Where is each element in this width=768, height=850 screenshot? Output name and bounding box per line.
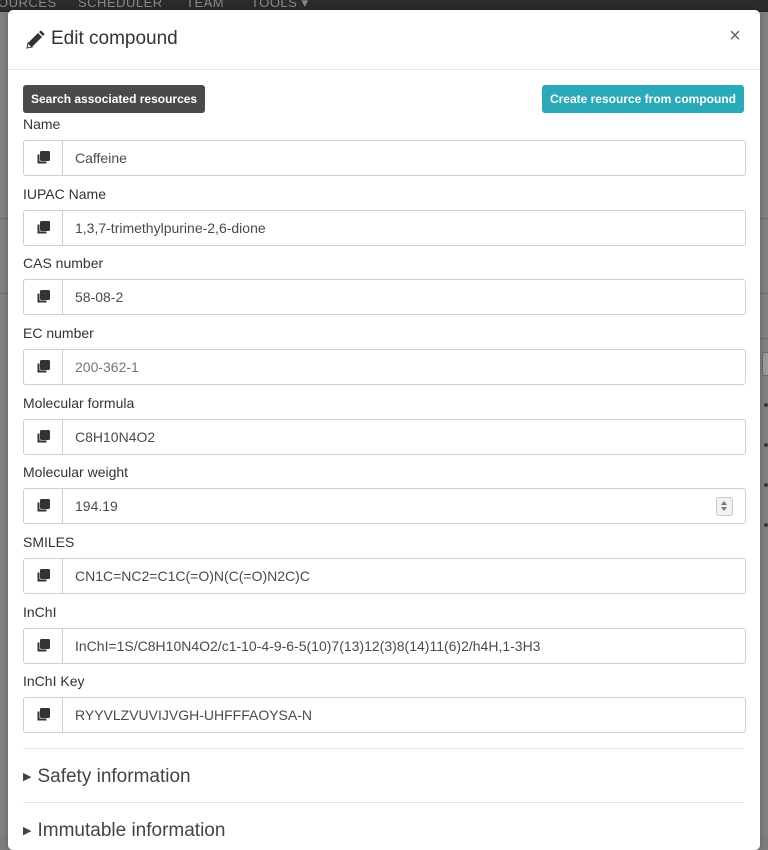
copy-ec-number-button[interactable] xyxy=(24,350,63,384)
copy-icon xyxy=(37,430,50,443)
immutable-information-label: Immutable information xyxy=(37,820,226,841)
modal-header: Edit compound × xyxy=(8,10,760,70)
inchi-key-label: InChI Key xyxy=(23,673,85,689)
ec-number-field-group xyxy=(23,349,746,385)
inchi-input[interactable] xyxy=(75,629,715,663)
copy-icon xyxy=(37,499,50,512)
copy-icon xyxy=(37,569,50,582)
molecular-formula-field-group xyxy=(23,419,746,455)
copy-inchi-key-button[interactable] xyxy=(24,698,63,732)
copy-cas-number-button[interactable] xyxy=(24,280,63,314)
bg-dot xyxy=(764,483,768,487)
close-button[interactable]: × xyxy=(724,25,746,47)
edit-compound-modal: Edit compound × Search associated resour… xyxy=(8,10,760,850)
molecular-weight-label: Molecular weight xyxy=(23,464,129,480)
copy-icon xyxy=(37,360,50,373)
copy-inchi-button[interactable] xyxy=(24,629,63,663)
cas-number-field-group xyxy=(23,279,746,315)
bg-divider xyxy=(760,218,768,219)
ec-number-label: EC number xyxy=(23,325,94,341)
bg-dot xyxy=(764,403,768,407)
cas-number-label: CAS number xyxy=(23,255,104,271)
modal-title: Edit compound xyxy=(51,28,178,49)
safety-information-label: Safety information xyxy=(37,766,191,787)
pencil-icon xyxy=(26,30,45,49)
smiles-input[interactable] xyxy=(75,559,715,593)
create-resource-button[interactable]: Create resource from compound xyxy=(541,85,744,113)
molecular-weight-input[interactable] xyxy=(75,489,715,523)
inchi-key-input[interactable] xyxy=(75,698,715,732)
molecular-formula-label: Molecular formula xyxy=(23,395,135,411)
copy-molecular-formula-button[interactable] xyxy=(24,420,63,454)
name-field-group xyxy=(23,140,746,176)
inchi-field-group xyxy=(23,628,746,664)
molecular-weight-field-group xyxy=(23,488,746,524)
copy-icon xyxy=(37,639,50,652)
bg-input-edge xyxy=(762,352,768,376)
bg-divider xyxy=(760,293,768,294)
copy-name-button[interactable] xyxy=(24,141,63,175)
copy-icon xyxy=(37,221,50,234)
name-input[interactable] xyxy=(75,141,715,175)
copy-icon xyxy=(37,151,50,164)
search-associated-resources-button[interactable]: Search associated resources xyxy=(23,85,206,113)
iupac-name-input[interactable] xyxy=(75,211,715,245)
inchi-key-field-group xyxy=(23,697,746,733)
iupac-name-label: IUPAC Name xyxy=(23,186,106,202)
bg-dot xyxy=(764,443,768,447)
cas-number-input[interactable] xyxy=(75,280,715,314)
nav-item-team[interactable]: TEAM xyxy=(186,0,224,10)
ec-number-input[interactable] xyxy=(75,350,715,384)
name-label: Name xyxy=(23,116,61,132)
copy-molecular-weight-button[interactable] xyxy=(24,489,63,523)
inchi-label: InChI xyxy=(23,604,57,620)
immutable-information-toggle[interactable]: ▶ Immutable information xyxy=(23,820,225,842)
section-divider xyxy=(23,802,744,803)
copy-icon xyxy=(37,708,50,721)
smiles-label: SMILES xyxy=(23,534,75,550)
copy-smiles-button[interactable] xyxy=(24,559,63,593)
number-stepper[interactable] xyxy=(716,497,733,516)
iupac-name-field-group xyxy=(23,210,746,246)
copy-icon xyxy=(37,290,50,303)
copy-iupac-name-button[interactable] xyxy=(24,211,63,245)
bg-divider xyxy=(760,338,768,339)
bg-divider xyxy=(0,293,8,294)
molecular-formula-input[interactable] xyxy=(75,420,715,454)
safety-information-toggle[interactable]: ▶ Safety information xyxy=(23,766,191,788)
smiles-field-group xyxy=(23,558,746,594)
nav-item-scheduler[interactable]: SCHEDULER xyxy=(78,0,163,10)
section-divider xyxy=(23,748,744,749)
caret-right-icon: ▶ xyxy=(23,771,32,784)
nav-item-resources[interactable]: OURCES xyxy=(0,0,57,10)
bg-dot xyxy=(764,523,768,527)
bg-divider xyxy=(0,218,8,219)
